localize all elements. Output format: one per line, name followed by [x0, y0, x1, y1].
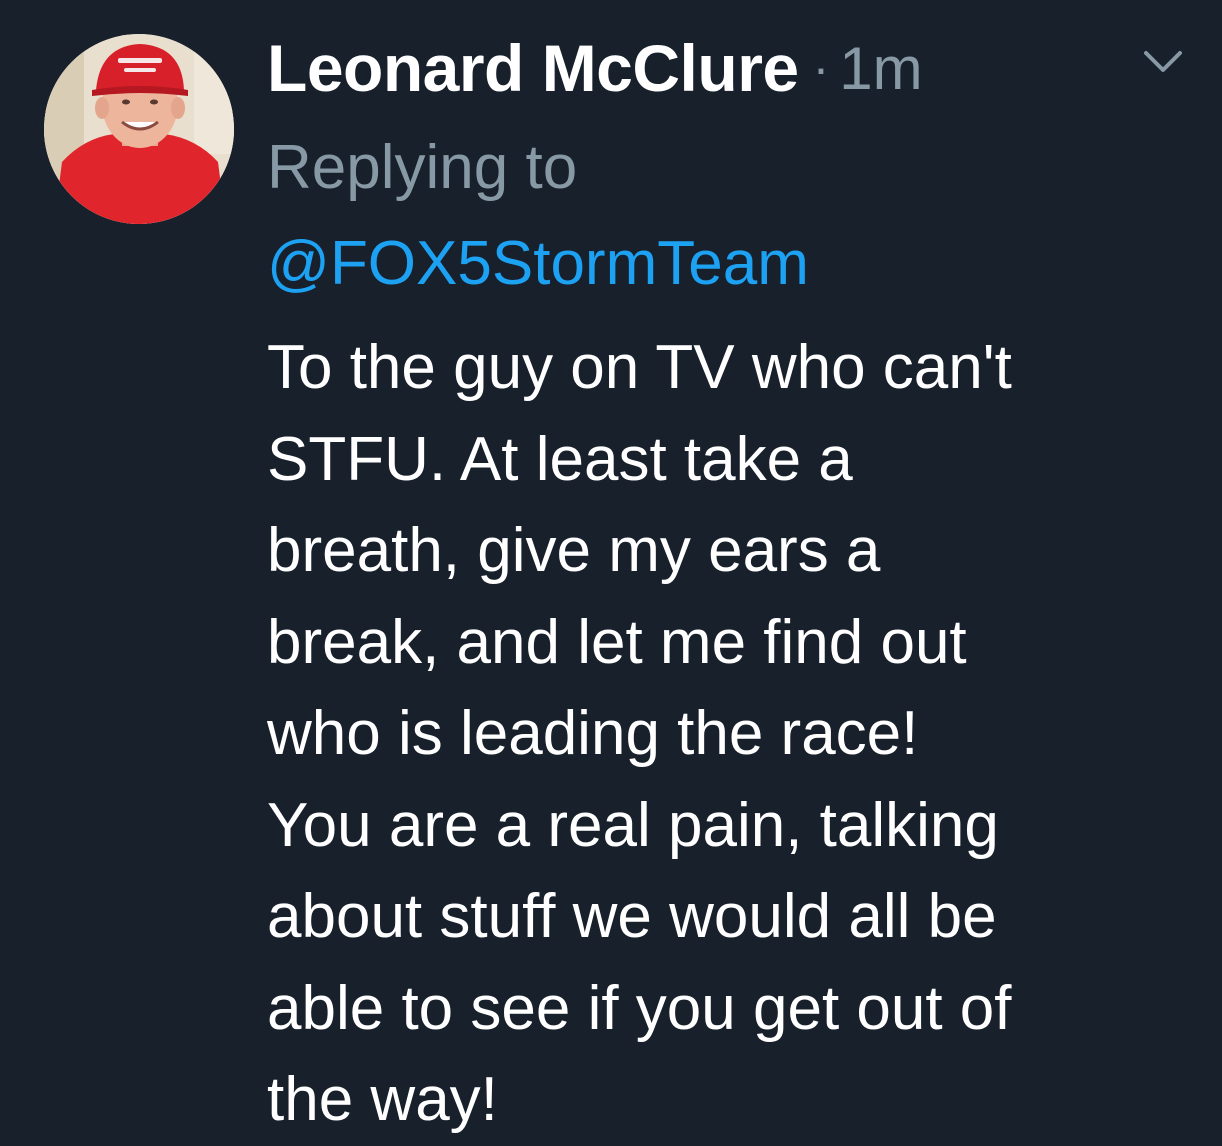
header-separator: · — [812, 40, 830, 96]
tweet-timestamp[interactable]: 1m — [839, 34, 922, 103]
chevron-down-icon[interactable] — [1140, 44, 1186, 78]
author-display-name[interactable]: Leonard McClure — [267, 30, 799, 106]
tweet-body-line: STFU. At least take a — [267, 424, 853, 494]
tweet-body-line: breath, give my ears a — [267, 516, 881, 585]
tweet-body-line: To the guy on TV who can't — [267, 333, 1012, 402]
avatar[interactable] — [44, 34, 234, 224]
tweet-body-line: You are a real pain, talking — [267, 790, 999, 860]
tweet-body-line: the way! — [267, 1065, 498, 1134]
tweet-body: To the guy on TV who can't STFU. At leas… — [267, 322, 1207, 1146]
tweet-card[interactable]: Leonard McClure · 1m Replying to @FOX5St… — [0, 0, 1222, 1134]
tweet-header: Leonard McClure · 1m — [267, 26, 923, 110]
tweet-body-line: able to see if you get out of — [267, 973, 1012, 1043]
tweet-body-line: about stuff we would all be — [267, 882, 997, 951]
replying-to-label: Replying to — [267, 133, 578, 202]
tweet-body-line: break, and let me find out — [267, 607, 967, 677]
profile-photo-icon — [44, 34, 234, 224]
reply-to-handle-link[interactable]: @FOX5StormTeam — [267, 222, 809, 306]
tweet-body-line: who is leading the race! — [267, 699, 919, 768]
